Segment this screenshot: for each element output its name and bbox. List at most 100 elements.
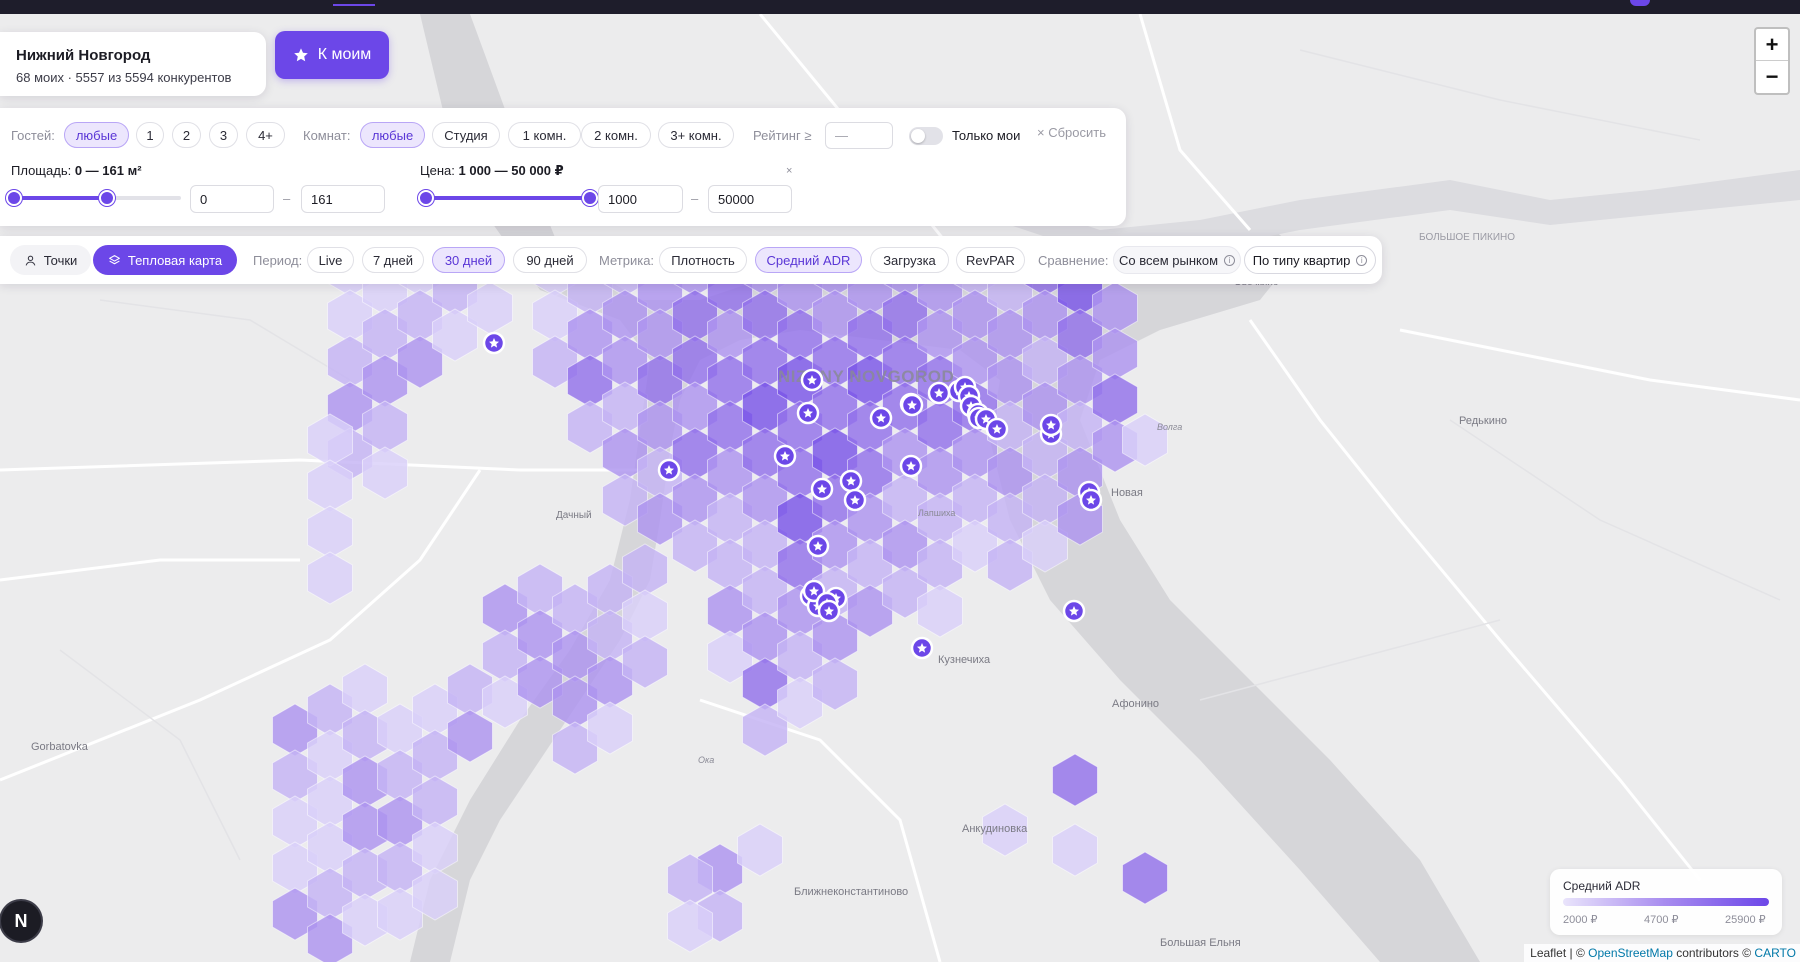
carto-link[interactable]: CARTO	[1754, 946, 1796, 960]
osm-link[interactable]: OpenStreetMap	[1588, 946, 1673, 960]
rooms-option-2[interactable]: 2 комн.	[581, 122, 651, 148]
guests-option-4plus[interactable]: 4+	[246, 122, 285, 148]
guests-option-1[interactable]: 1	[136, 122, 164, 148]
period-option-live[interactable]: Live	[307, 247, 354, 273]
listing-marker[interactable]	[985, 417, 1009, 441]
zoom-in-button[interactable]: +	[1756, 29, 1788, 61]
price-max-input[interactable]	[708, 185, 792, 213]
price-min-input[interactable]	[598, 185, 683, 213]
price-slider[interactable]	[418, 190, 598, 206]
listing-marker[interactable]	[869, 406, 893, 430]
period-option-90d[interactable]: 90 дней	[513, 247, 587, 273]
price-slider-fill	[426, 196, 590, 200]
rooms-option-3plus[interactable]: 3+ комн.	[658, 122, 734, 148]
period-option-7d[interactable]: 7 дней	[362, 247, 424, 273]
top-navigation-bar	[0, 0, 1800, 14]
rooms-option-1[interactable]: 1 комн.	[508, 122, 581, 148]
rooms-label: Комнат:	[303, 128, 351, 143]
attribution-sep: | ©	[1566, 946, 1589, 960]
view-points-label: Точки	[43, 252, 78, 268]
guests-option-3[interactable]: 3	[209, 122, 238, 148]
leaflet-link[interactable]: Leaflet	[1530, 946, 1566, 960]
city-card: Нижний Новгород 68 моих · 5557 из 5594 к…	[0, 32, 266, 96]
area-slider[interactable]	[6, 190, 181, 206]
listing-marker[interactable]	[910, 636, 934, 660]
listing-marker[interactable]	[1079, 488, 1103, 512]
legend-mid: 4700 ₽	[1644, 914, 1679, 926]
legend-title: Средний ADR	[1563, 879, 1641, 893]
user-avatar[interactable]	[1630, 0, 1650, 6]
area-label-text: Площадь:	[11, 163, 72, 178]
go-to-mine-button[interactable]: К моим	[275, 31, 389, 79]
legend-min: 2000 ₽	[1563, 914, 1598, 926]
listing-marker[interactable]	[1062, 599, 1086, 623]
user-icon	[25, 255, 36, 266]
listing-marker[interactable]	[900, 393, 924, 417]
metric-option-revpar[interactable]: RevPAR	[956, 247, 1025, 273]
listing-marker[interactable]	[657, 458, 681, 482]
go-to-mine-label: К моим	[317, 46, 372, 63]
price-label: Цена: 1 000 — 50 000 ₽	[420, 163, 564, 179]
devtools-badge[interactable]: N	[1, 901, 41, 941]
view-heatmap-label: Тепловая карта	[127, 252, 223, 268]
guests-label: Гостей:	[11, 128, 55, 143]
rating-min-input[interactable]	[825, 122, 893, 149]
listing-marker[interactable]	[482, 331, 506, 355]
listing-marker[interactable]	[899, 454, 923, 478]
filters-panel: Гостей: любые 1 2 3 4+ Комнат: любые Сту…	[0, 108, 1126, 226]
view-heatmap-button[interactable]: Тепловая карта	[93, 245, 237, 275]
compare-label: Сравнение:	[1038, 253, 1109, 268]
price-label-text: Цена:	[420, 163, 455, 178]
only-mine-toggle[interactable]	[909, 127, 943, 145]
area-max-input[interactable]	[301, 185, 385, 213]
listing-marker[interactable]	[796, 401, 820, 425]
area-range-separator: –	[283, 191, 291, 206]
area-slider-fill	[14, 196, 108, 200]
area-value: 0 — 161 м²	[74, 163, 142, 178]
info-icon: i	[1356, 254, 1368, 266]
map-attribution: Leaflet | © OpenStreetMap contributors ©…	[1524, 944, 1800, 962]
city-stats: 68 моих · 5557 из 5594 конкурентов	[16, 70, 232, 85]
map-toolbar: Точки Тепловая карта Период: Live 7 дней…	[0, 236, 1382, 284]
view-points-button[interactable]: Точки	[10, 245, 91, 275]
guests-option-2[interactable]: 2	[172, 122, 201, 148]
metric-option-density[interactable]: Плотность	[659, 247, 747, 273]
area-min-input[interactable]	[190, 185, 274, 213]
zoom-out-button[interactable]: −	[1756, 61, 1788, 92]
compare-all-market-button[interactable]: Со всем рынком i	[1113, 246, 1241, 274]
listing-marker[interactable]	[817, 599, 841, 623]
area-label: Площадь: 0 — 161 м²	[11, 163, 142, 178]
listing-marker[interactable]	[810, 477, 834, 501]
period-label: Период:	[253, 253, 303, 268]
price-slider-min-handle[interactable]	[418, 190, 434, 206]
zoom-control: + −	[1754, 27, 1790, 95]
price-slider-max-handle[interactable]	[582, 190, 598, 206]
legend-max: 25900 ₽	[1725, 914, 1766, 926]
listing-marker[interactable]	[806, 534, 830, 558]
compare-by-type-label: По типу квартир	[1252, 252, 1351, 268]
info-icon: i	[1224, 254, 1236, 266]
rating-label: Рейтинг ≥	[753, 128, 812, 143]
listing-marker[interactable]	[1039, 413, 1063, 437]
map-legend: Средний ADR 2000 ₽ 4700 ₽ 25900 ₽	[1550, 869, 1782, 935]
guests-option-any[interactable]: любые	[64, 122, 129, 148]
price-clear-button[interactable]: ×	[786, 165, 792, 177]
only-mine-label: Только мои	[952, 128, 1021, 143]
area-slider-min-handle[interactable]	[6, 190, 22, 206]
price-value: 1 000 — 50 000 ₽	[458, 163, 564, 178]
active-tab-indicator	[333, 4, 375, 6]
listing-marker[interactable]	[839, 469, 863, 493]
period-option-30d[interactable]: 30 дней	[432, 247, 505, 273]
rooms-option-any[interactable]: любые	[360, 122, 425, 148]
listing-marker[interactable]	[843, 488, 867, 512]
compare-by-type-button[interactable]: По типу квартир i	[1244, 246, 1376, 274]
listing-marker[interactable]	[800, 368, 824, 392]
metric-option-adr[interactable]: Средний ADR	[755, 247, 862, 273]
city-name: Нижний Новгород	[16, 47, 151, 64]
rooms-option-studio[interactable]: Студия	[432, 122, 500, 148]
metric-option-occupancy[interactable]: Загрузка	[870, 247, 949, 273]
listing-marker[interactable]	[773, 444, 797, 468]
area-slider-max-handle[interactable]	[99, 190, 116, 206]
reset-filters-button[interactable]: × Сбросить	[1037, 125, 1106, 140]
listing-marker[interactable]	[927, 381, 951, 405]
